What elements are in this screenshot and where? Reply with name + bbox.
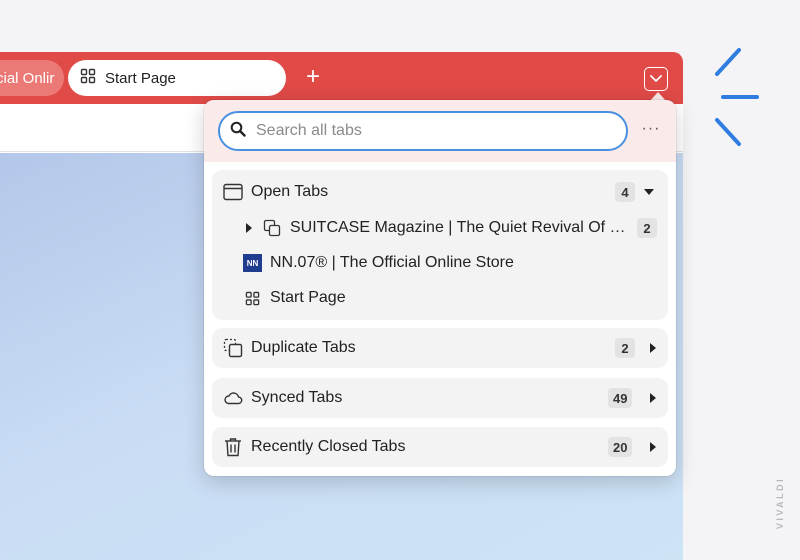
open-tabs-count-badge: 4: [615, 182, 635, 202]
chevron-right-icon: [650, 343, 656, 353]
watermark-text: VIVALDI: [775, 476, 785, 530]
chevron-right-icon: [650, 442, 656, 452]
vivaldi-watermark: VIVALDI: [774, 468, 786, 538]
tab-nn07[interactable]: cial Onlir: [0, 60, 64, 96]
expand-arrow-icon[interactable]: [246, 223, 252, 233]
open-tabs-header[interactable]: Open Tabs 4: [212, 172, 668, 212]
popup-header: ···: [204, 100, 676, 162]
recently-closed-header[interactable]: Recently Closed Tabs 20: [212, 427, 668, 467]
stack-icon: [263, 219, 281, 242]
cloud-icon: [223, 388, 243, 408]
search-icon: [230, 121, 246, 142]
section-label: Open Tabs: [251, 183, 329, 200]
tab-panel-popup: ··· Open Tabs 4 SUITCASE Magazine | The …: [204, 100, 676, 476]
duplicate-tabs-header[interactable]: Duplicate Tabs 2: [212, 328, 668, 368]
more-options-button[interactable]: ···: [640, 120, 662, 142]
tab-item-start-page[interactable]: Start Page: [212, 281, 668, 315]
nn-favicon-icon: NN: [243, 254, 262, 272]
section-label: Recently Closed Tabs: [251, 438, 406, 455]
tab-title: NN.07® | The Official Online Store: [270, 254, 514, 271]
section-label: Synced Tabs: [251, 389, 343, 406]
tab-title: Start Page: [270, 289, 346, 306]
duplicate-count-badge: 2: [615, 338, 635, 358]
duplicate-tabs-section: Duplicate Tabs 2: [212, 328, 668, 368]
tab-item-nn07[interactable]: NN NN.07® | The Official Online Store: [212, 246, 668, 280]
grid-icon: [80, 68, 96, 88]
attention-lines-decoration: [715, 48, 759, 146]
recently-closed-count-badge: 20: [608, 437, 633, 457]
chevron-right-icon: [650, 393, 656, 403]
chevron-down-icon: [644, 189, 654, 195]
new-tab-button[interactable]: +: [300, 64, 326, 90]
tab-bar: cial Onlir Start Page +: [0, 52, 683, 104]
tab-title: SUITCASE Magazine | The Quiet Revival Of…: [290, 219, 632, 236]
synced-tabs-header[interactable]: Synced Tabs 49: [212, 378, 668, 418]
chevron-down-icon: [650, 70, 662, 88]
synced-count-badge: 49: [608, 388, 633, 408]
section-label: Duplicate Tabs: [251, 339, 356, 356]
search-input[interactable]: [256, 122, 596, 140]
grid-icon: [245, 291, 260, 311]
tab-start-page[interactable]: Start Page: [68, 60, 286, 96]
synced-tabs-section: Synced Tabs 49: [212, 378, 668, 418]
tab-menu-button[interactable]: [644, 67, 668, 91]
tab-label: cial Onlir: [0, 69, 55, 87]
open-tabs-section: Open Tabs 4 SUITCASE Magazine | The Quie…: [212, 170, 668, 320]
recently-closed-section: Recently Closed Tabs 20: [212, 427, 668, 467]
window-icon: [223, 182, 243, 202]
duplicate-icon: [223, 338, 243, 358]
tab-label: Start Page: [105, 69, 176, 87]
group-count-badge: 2: [637, 218, 657, 238]
tab-group-item[interactable]: SUITCASE Magazine | The Quiet Revival Of…: [212, 211, 668, 245]
search-field[interactable]: [218, 111, 628, 151]
trash-icon: [223, 437, 243, 457]
